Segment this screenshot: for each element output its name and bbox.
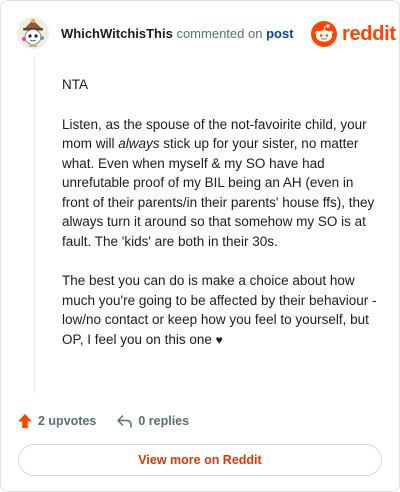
comment-header: WhichWitchisThis commented on post [61,25,294,43]
comment-paragraph: The best you can do is make a choice abo… [62,271,382,350]
comment-paragraph: NTA [62,75,382,95]
username-link[interactable]: WhichWitchisThis [61,26,173,41]
reddit-wordmark: reddit [342,22,396,45]
comment-paragraph: Listen, as the spouse of the not-favoiri… [62,115,382,252]
upvote-button[interactable]: 2 upvotes [17,413,96,429]
avatar-icon [17,17,49,49]
heart-emoji: ♥ [215,332,223,347]
post-link[interactable]: post [266,26,293,41]
comment-paragraph-text: NTA [62,77,88,92]
emphasis-text: always [118,136,160,151]
upvote-arrow-icon [18,414,32,428]
comment-paragraph-text: stick up for your sister, no matter what… [62,136,375,249]
reply-button[interactable]: 0 replies [116,413,189,429]
reddit-logo[interactable]: reddit [311,21,396,47]
reddit-logo-icon [311,21,337,47]
comment-actions: 2 upvotes 0 replies [17,411,189,431]
thread-line [34,57,35,393]
reply-arrow-icon [117,415,133,428]
comment-body: NTA Listen, as the spouse of the not-fav… [62,75,382,350]
view-more-button[interactable]: View more on Reddit [18,444,382,476]
view-more-label: View more on Reddit [138,453,262,467]
upvote-count: 2 upvotes [38,414,97,428]
reply-count: 0 replies [138,414,190,428]
avatar[interactable] [17,17,49,49]
comment-embed-card: WhichWitchisThis commented on post reddi… [0,0,400,492]
action-text: commented on [176,26,263,41]
